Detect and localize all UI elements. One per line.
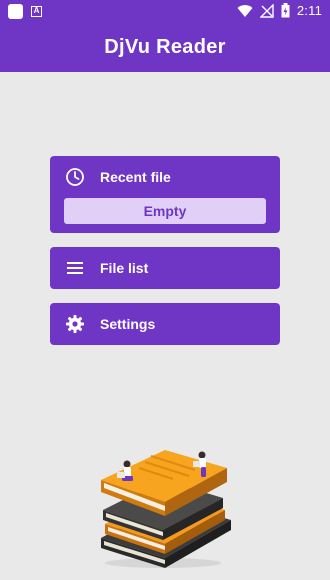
app-a-icon: A — [31, 6, 42, 17]
file-list-button[interactable]: File list — [50, 247, 280, 289]
settings-button[interactable]: Settings — [50, 303, 280, 345]
status-time: 2:11 — [296, 3, 322, 18]
app-bar: DjVu Reader — [0, 22, 330, 72]
gear-icon — [66, 315, 84, 333]
recent-file-value[interactable]: Empty — [64, 198, 266, 224]
recent-file-card[interactable]: Recent file Empty — [50, 156, 280, 233]
notification-icon — [8, 4, 23, 19]
file-list-label: File list — [100, 260, 149, 276]
recent-file-label: Recent file — [100, 169, 171, 185]
wifi-icon — [237, 4, 253, 17]
list-icon — [67, 262, 83, 274]
clock-icon — [66, 168, 84, 186]
no-signal-icon — [259, 3, 274, 18]
books-illustration — [101, 450, 231, 568]
settings-label: Settings — [100, 316, 156, 332]
page-title: DjVu Reader — [104, 35, 226, 58]
status-bar: A 2:11 — [0, 0, 330, 22]
battery-icon — [281, 3, 290, 18]
